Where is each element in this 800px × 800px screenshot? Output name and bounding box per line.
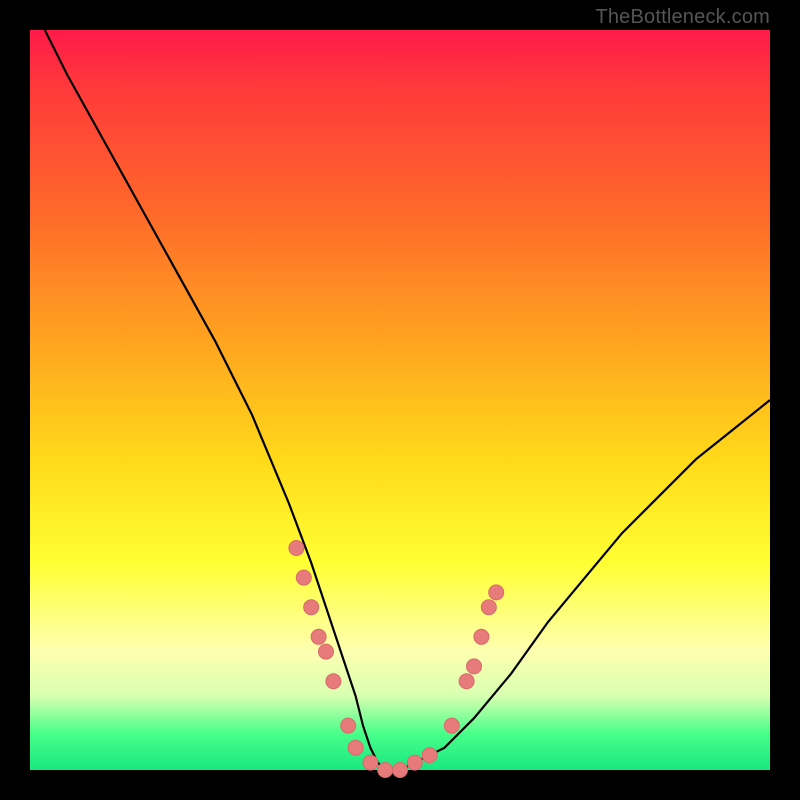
bottleneck-curve: [45, 30, 770, 770]
marker-dot: [378, 763, 393, 778]
marker-dot: [311, 629, 326, 644]
marker-dot: [326, 674, 341, 689]
marker-dot: [296, 570, 311, 585]
plot-area: [30, 30, 770, 770]
marker-dot: [289, 541, 304, 556]
marker-dot: [481, 600, 496, 615]
marker-dot: [467, 659, 482, 674]
marker-dot: [444, 718, 459, 733]
marker-dot: [363, 755, 378, 770]
marker-dot: [393, 763, 408, 778]
marker-dot: [407, 755, 422, 770]
marker-dot: [341, 718, 356, 733]
curve-svg: [30, 30, 770, 770]
marker-group: [289, 541, 504, 778]
marker-dot: [304, 600, 319, 615]
marker-dot: [422, 748, 437, 763]
marker-dot: [319, 644, 334, 659]
marker-dot: [489, 585, 504, 600]
watermark-text: TheBottleneck.com: [595, 6, 770, 29]
marker-dot: [459, 674, 474, 689]
marker-dot: [348, 740, 363, 755]
chart-frame: TheBottleneck.com: [0, 0, 800, 800]
marker-dot: [474, 629, 489, 644]
